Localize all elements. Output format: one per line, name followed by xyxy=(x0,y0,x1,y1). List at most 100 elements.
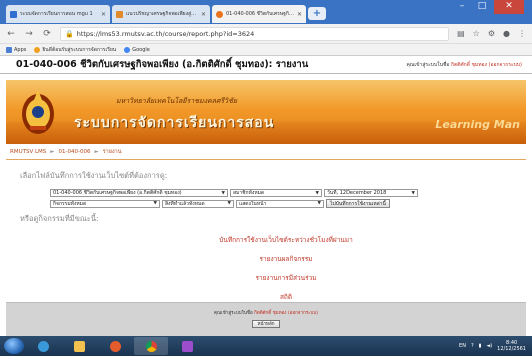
bookmark-label: Google xyxy=(132,46,150,53)
browser-tab-2[interactable]: แนวปรัชญาเศรษฐกิจพอเพียงสู่การพัฒนา ✕ xyxy=(112,5,210,23)
breadcrumb-course[interactable]: 01-040-006 xyxy=(59,149,91,155)
banner-tagline: Learning Man xyxy=(435,118,520,131)
bookmark-label: Apps xyxy=(14,46,27,53)
google-icon xyxy=(124,46,131,53)
login-info: คุณเข้าสู่ระบบในชื่อ กิตติศักดิ์ ชุมทอง … xyxy=(406,61,522,69)
taskbar-media[interactable] xyxy=(98,337,132,355)
page-title: 01-040-006 ชีวิตกับเศรษฐกิจพอเพียง (อ.กิ… xyxy=(16,59,309,70)
taskbar: EN ? ▮ ◄) 8:40 12/12/2561 xyxy=(0,336,532,356)
translate-icon[interactable]: ▤ xyxy=(457,29,465,38)
course-select-value: 01-040-006 ชีวิตกับเศรษฐกิจพอเพียง (อ.กิ… xyxy=(53,190,182,196)
maximize-icon[interactable]: □ xyxy=(472,0,492,14)
folder-icon xyxy=(73,340,85,352)
minimize-icon[interactable]: – xyxy=(452,0,472,14)
user-link[interactable]: กิตติศักดิ์ ชุมทอง xyxy=(451,62,487,68)
date-select-value: วันที่, 12December 2018 xyxy=(327,190,387,196)
login-prefix: คุณเข้าสู่ระบบในชื่อ xyxy=(406,61,450,68)
members-select[interactable]: สมาชิกทั้งหมด ▼ xyxy=(230,189,322,197)
taskbar-ie[interactable] xyxy=(26,337,60,355)
help-icon[interactable]: ? xyxy=(471,343,474,349)
apps-grid-icon xyxy=(6,46,12,53)
footer-login-prefix: คุณเข้าสู่ระบบในชื่อ xyxy=(214,311,253,316)
tab-close-icon[interactable]: ✕ xyxy=(297,11,302,18)
footer-user-link[interactable]: กิตติศักดิ์ ชุมทอง xyxy=(254,311,286,316)
extension-icon[interactable]: ⚙ xyxy=(488,29,495,38)
actions-select-value: สิ่งที่ทำแล้วทั้งหมด xyxy=(165,200,205,207)
reload-icon[interactable]: ⟳ xyxy=(42,29,52,39)
tab-close-icon[interactable]: ✕ xyxy=(101,11,106,18)
tab-title: แนวปรัชญาเศรษฐกิจพอเพียงสู่การพัฒนา xyxy=(126,11,198,17)
chevron-down-icon: ▼ xyxy=(227,201,231,206)
tab-favicon-icon xyxy=(10,10,17,18)
breadcrumb-separator-icon: ► xyxy=(94,148,99,155)
tab-title: 01-040-006 ชีวิตกับเศรษฐกิจพอเพียง xyxy=(226,11,294,17)
get-logs-button[interactable]: ไปบันทึกการใช้งานเหล่านี้ xyxy=(326,199,390,208)
university-emblem-icon xyxy=(22,90,54,134)
breadcrumb-current: รายงาน xyxy=(102,148,122,155)
ie-icon xyxy=(37,340,49,352)
log-filters: 01-040-006 ชีวิตกับเศรษฐกิจพอเพียง (อ.กิ… xyxy=(50,189,512,208)
course-select[interactable]: 01-040-006 ชีวิตกับเศรษฐกิจพอเพียง (อ.กิ… xyxy=(50,189,228,197)
start-button[interactable] xyxy=(4,338,24,354)
address-bar[interactable]: 🔒 https://lms53.rmutsv.ac.th/course/repo… xyxy=(60,26,450,41)
banner-subtitle: มหาวิทยาลัยเทคโนโลยีราชมงคลศรีวิชัย xyxy=(116,97,237,105)
system-tray: EN ? ▮ ◄) 8:40 12/12/2561 xyxy=(459,340,532,352)
logs-prompt: เลือกไฟล์บันทึกการใช้งานเว็บไซต์ที่ต้องก… xyxy=(20,171,168,180)
actions-select[interactable]: สิ่งที่ทำแล้วทั้งหมด ▼ xyxy=(162,199,234,208)
footer-logout-link[interactable]: (ออกจากระบบ) xyxy=(288,311,318,316)
breadcrumb-home[interactable]: RMUTSV LMS xyxy=(10,149,46,155)
logout-link[interactable]: (ออกจากระบบ) xyxy=(489,62,522,68)
browser-tab-1[interactable]: ระบบจัดการเรียนการสอน mgu 1 ✕ xyxy=(6,5,110,23)
chevron-down-icon: ▼ xyxy=(317,201,321,206)
chevron-down-icon: ▼ xyxy=(315,190,319,196)
clock-date: 12/12/2561 xyxy=(497,346,526,352)
network-icon[interactable]: ▮ xyxy=(479,343,482,349)
chrome-icon xyxy=(145,340,157,352)
new-tab-button[interactable]: + xyxy=(308,7,326,20)
breadcrumb: RMUTSV LMS ► 01-040-006 ► รายงาน xyxy=(6,144,526,160)
window-close-icon[interactable]: ✕ xyxy=(494,0,524,14)
language-indicator[interactable]: EN xyxy=(459,343,466,349)
tab-close-icon[interactable]: ✕ xyxy=(201,11,206,18)
bookmark-lms[interactable]: ยินดีต้อนรับสู่ระบบการจัดการเรียน xyxy=(34,46,116,54)
tab-favicon-icon xyxy=(116,10,123,18)
banner-title: ระบบการจัดการเรียนการสอน xyxy=(74,115,275,131)
activity-report-link[interactable]: รายงานผลกิจกรรม xyxy=(260,254,313,264)
bookmark-favicon-icon xyxy=(34,46,41,53)
bookmarks-bar: Apps ยินดีต้อนรับสู่ระบบการจัดการเรียน G… xyxy=(0,44,532,56)
bookmark-google[interactable]: Google xyxy=(124,46,150,53)
media-icon xyxy=(109,340,121,352)
date-select[interactable]: วันที่, 12December 2018 ▼ xyxy=(324,189,418,197)
tab-title: ระบบจัดการเรียนการสอน mgu 1 xyxy=(20,11,93,17)
home-button[interactable]: หน้าหลัก xyxy=(252,320,280,328)
participation-report-link[interactable]: รายงานการมีส่วนร่วม xyxy=(255,273,316,283)
report-links: บันทึกการใช้งานเว็บไซต์ระหว่างชั่วโมงที่… xyxy=(60,235,512,302)
lock-icon: 🔒 xyxy=(65,29,74,38)
clock[interactable]: 8:40 12/12/2561 xyxy=(497,340,526,352)
chevron-down-icon: ▼ xyxy=(411,190,415,196)
back-arrow-icon[interactable]: ← xyxy=(6,29,16,39)
account-icon[interactable]: ● xyxy=(503,29,510,38)
activity-select[interactable]: กิจกรรมทั้งหมด ▼ xyxy=(50,199,160,208)
browser-tab-3-active[interactable]: 01-040-006 ชีวิตกับเศรษฐกิจพอเพียง ✕ xyxy=(212,5,306,23)
breadcrumb-separator-icon: ► xyxy=(50,148,55,155)
menu-icon[interactable]: ⋮ xyxy=(518,29,526,38)
taskbar-app[interactable] xyxy=(170,337,204,355)
display-select-value: แสดงในหน้า xyxy=(239,200,267,207)
taskbar-folder[interactable] xyxy=(62,337,96,355)
stack-icon xyxy=(181,340,193,352)
volume-icon[interactable]: ◄) xyxy=(486,343,492,349)
live-logs-link[interactable]: บันทึกการใช้งานเว็บไซต์ระหว่างชั่วโมงที่… xyxy=(219,235,353,245)
star-icon[interactable]: ☆ xyxy=(473,29,480,38)
display-select[interactable]: แสดงในหน้า ▼ xyxy=(236,199,324,208)
bookmark-apps[interactable]: Apps xyxy=(6,46,27,53)
tab-strip: ระบบจัดการเรียนการสอน mgu 1 ✕ แนวปรัชญาเ… xyxy=(0,0,532,24)
footer-login-info: คุณเข้าสู่ระบบในชื่อ กิตติศักดิ์ ชุมทอง … xyxy=(6,309,526,316)
report-header: 01-040-006 ชีวิตกับเศรษฐกิจพอเพียง (อ.กิ… xyxy=(0,56,532,74)
site-banner: มหาวิทยาลัยเทคโนโลยีราชมงคลศรีวิชัย ระบบ… xyxy=(6,80,526,144)
activity-prompt: หรือดูกิจกรรมที่มีขณะนี้: xyxy=(20,214,99,223)
forward-arrow-icon[interactable]: → xyxy=(24,29,34,39)
taskbar-chrome[interactable] xyxy=(134,337,168,355)
bookmark-label: ยินดีต้อนรับสู่ระบบการจัดการเรียน xyxy=(42,46,117,53)
statistics-link[interactable]: สถิติ xyxy=(280,292,292,302)
